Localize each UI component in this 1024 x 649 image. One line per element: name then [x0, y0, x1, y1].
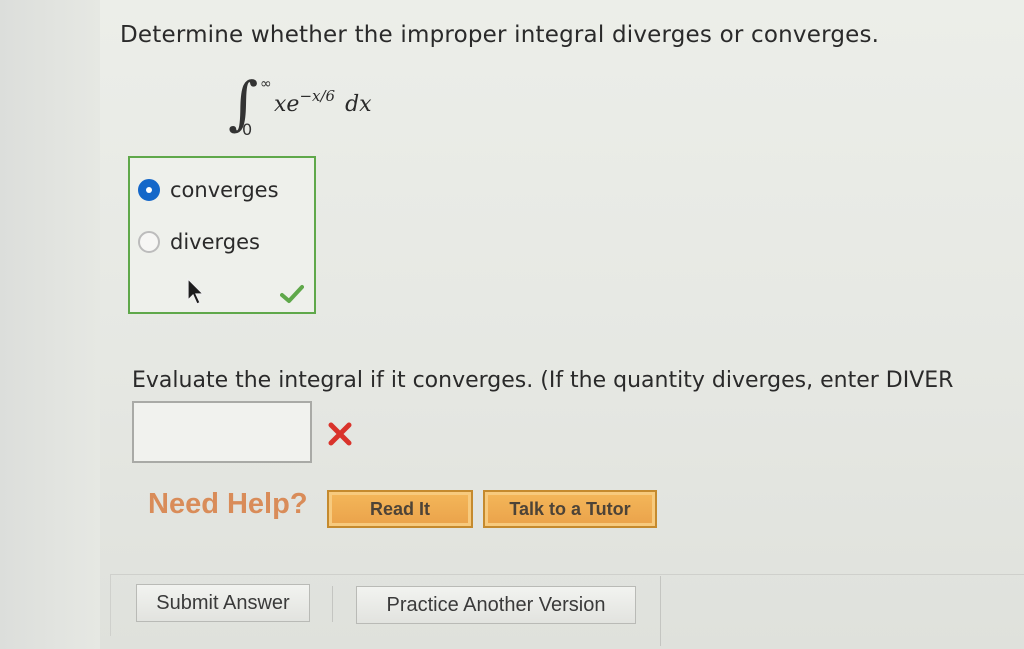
need-help-label: Need Help?: [148, 488, 308, 520]
choice-converges-label: converges: [170, 178, 279, 202]
talk-to-tutor-button[interactable]: Talk to a Tutor: [483, 490, 657, 528]
read-it-button[interactable]: Read It: [327, 490, 473, 528]
question-prompt: Determine whether the improper integral …: [120, 22, 880, 48]
integrand-exponent: −x/6: [299, 87, 336, 105]
radio-diverges[interactable]: [138, 231, 160, 253]
footer-divider-right: [660, 576, 661, 646]
integrand-base: xe: [274, 92, 300, 117]
practice-another-version-button[interactable]: Practice Another Version: [356, 586, 636, 624]
choice-diverges[interactable]: diverges: [138, 230, 260, 254]
integrand: xe−x/6 dx: [274, 87, 372, 117]
integral-lower-limit: 0: [242, 120, 253, 139]
submit-answer-button[interactable]: Submit Answer: [136, 584, 310, 622]
screen: Determine whether the improper integral …: [0, 0, 1024, 649]
correct-check-icon: [280, 285, 304, 303]
choice-converges[interactable]: converges: [138, 178, 279, 202]
left-margin: [0, 0, 100, 649]
radio-converges[interactable]: [138, 179, 160, 201]
mouse-pointer-icon: [187, 278, 205, 305]
answer-input[interactable]: [132, 401, 312, 463]
integral-upper-limit: ∞: [260, 76, 272, 92]
footer-divider: [332, 586, 333, 622]
differential: dx: [345, 92, 372, 117]
choice-diverges-label: diverges: [170, 230, 260, 254]
evaluate-prompt: Evaluate the integral if it converges. (…: [132, 368, 954, 393]
incorrect-x-icon: [328, 422, 352, 446]
answer-choice-group: converges diverges: [128, 156, 316, 314]
integral-expression: ∫ ∞ 0 xe−x/6 dx: [228, 72, 408, 147]
